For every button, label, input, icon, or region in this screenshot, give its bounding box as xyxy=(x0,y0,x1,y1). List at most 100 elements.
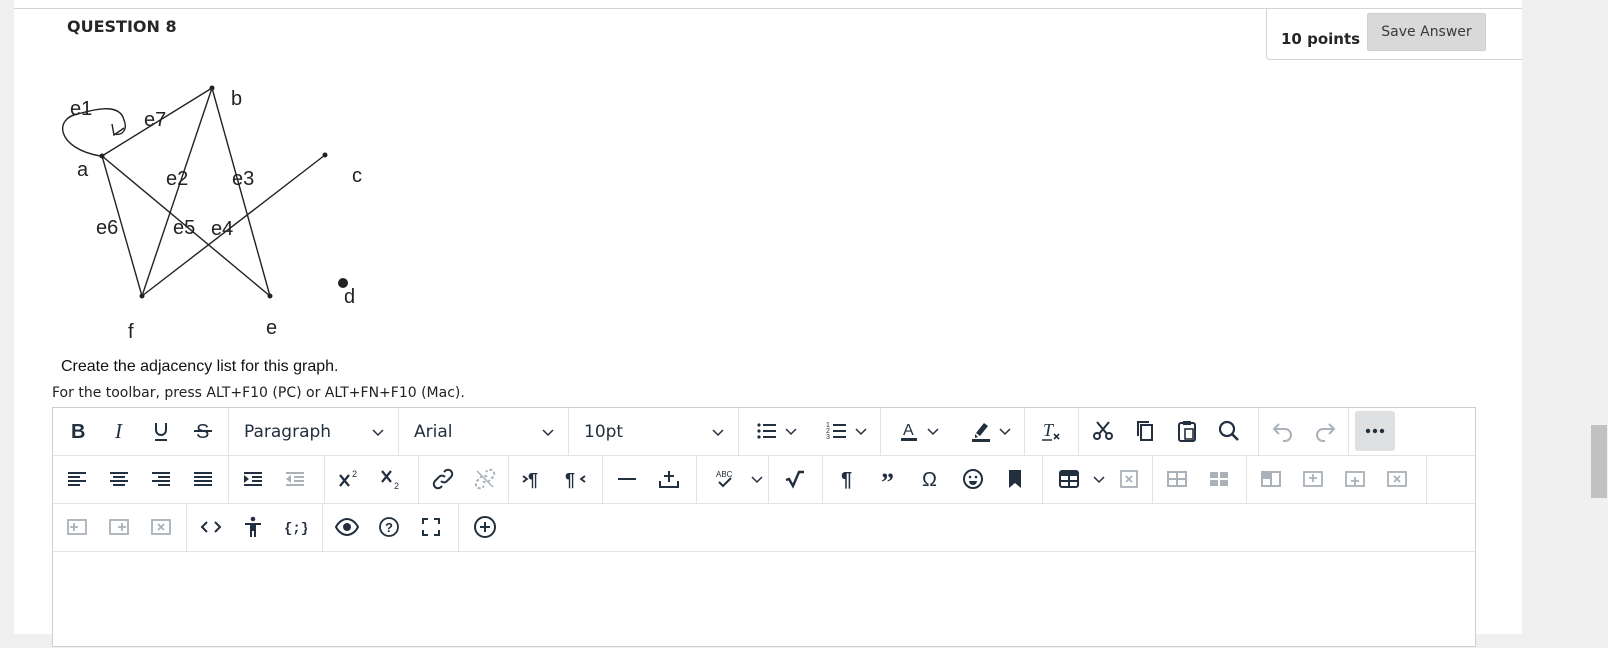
undo-button[interactable] xyxy=(1263,411,1303,451)
indent-icon xyxy=(244,472,262,486)
help-button[interactable]: ? xyxy=(369,507,409,547)
accessibility-button[interactable] xyxy=(233,507,273,547)
scrollbar-thumb[interactable] xyxy=(1591,425,1607,498)
ltr-button[interactable]: ¶ xyxy=(513,459,553,499)
unlink-icon xyxy=(474,468,496,490)
anchor-button[interactable] xyxy=(995,459,1035,499)
smiley-icon xyxy=(963,469,983,489)
paste-button[interactable] xyxy=(1167,411,1207,451)
svg-text:3: 3 xyxy=(826,434,830,441)
table-button[interactable] xyxy=(1049,459,1107,499)
delete-table-button[interactable] xyxy=(1109,459,1149,499)
eye-icon xyxy=(335,517,359,537)
align-right-button[interactable] xyxy=(141,459,181,499)
italic-icon: I xyxy=(114,419,123,443)
strikethrough-button[interactable]: S xyxy=(183,411,223,451)
vertex-f xyxy=(139,293,145,299)
font-size-select[interactable]: 10pt xyxy=(569,408,739,455)
toolbar-row-2: 2 2 ¶ ¶ ABC ¶ ” Ω xyxy=(53,456,1475,504)
insert-column-after-icon xyxy=(109,519,129,535)
numbered-list-button[interactable]: 123 xyxy=(817,411,869,451)
align-center-button[interactable] xyxy=(99,459,139,499)
chevron-down-icon xyxy=(927,428,939,436)
insert-link-button[interactable] xyxy=(423,459,463,499)
redo-button[interactable] xyxy=(1305,411,1345,451)
outdent-button[interactable] xyxy=(275,459,315,499)
svg-text:2: 2 xyxy=(394,481,399,491)
unlink-button[interactable] xyxy=(465,459,505,499)
omega-icon: Ω xyxy=(922,469,937,491)
more-options-button[interactable] xyxy=(1355,411,1395,451)
insert-row-after-icon xyxy=(1345,471,1365,487)
horizontal-line-button[interactable] xyxy=(607,459,647,499)
italic-button[interactable]: I xyxy=(99,411,139,451)
spellcheck-button[interactable]: ABC xyxy=(705,459,765,499)
vertex-label-d: d xyxy=(344,286,355,308)
blockquote-button[interactable]: ” xyxy=(869,459,909,499)
question-title: QUESTION 8 xyxy=(67,17,177,36)
superscript-button[interactable]: 2 xyxy=(329,459,369,499)
insert-row-after-button[interactable] xyxy=(1335,459,1375,499)
rtl-icon: ¶ xyxy=(565,470,586,490)
save-answer-button[interactable]: Save Answer xyxy=(1367,13,1486,51)
vertex-label-f: f xyxy=(128,321,134,343)
svg-text:¶: ¶ xyxy=(528,470,538,490)
rtl-button[interactable]: ¶ xyxy=(555,459,595,499)
question-prompt: Create the adjacency list for this graph… xyxy=(61,358,339,375)
strikethrough-icon: S xyxy=(194,421,212,443)
add-content-button[interactable] xyxy=(465,507,505,547)
svg-text:¶: ¶ xyxy=(841,469,852,491)
merge-cells-button[interactable] xyxy=(1157,459,1197,499)
preview-button[interactable] xyxy=(327,507,367,547)
table-cell-props-button[interactable] xyxy=(1251,459,1291,499)
svg-text:2: 2 xyxy=(352,469,357,479)
find-replace-button[interactable] xyxy=(1209,411,1249,451)
svg-text:T: T xyxy=(1043,420,1055,440)
delete-row-button[interactable] xyxy=(1377,459,1417,499)
copy-button[interactable] xyxy=(1125,411,1165,451)
highlight-color-button[interactable] xyxy=(961,411,1013,451)
align-left-button[interactable] xyxy=(57,459,97,499)
edge-label-e1: e1 xyxy=(70,98,92,120)
table-cell-group xyxy=(1153,456,1247,503)
font-size-value: 10pt xyxy=(584,421,624,442)
show-blocks-button[interactable]: ¶ xyxy=(827,459,867,499)
special-character-button[interactable]: Ω xyxy=(911,459,951,499)
source-code-button[interactable] xyxy=(191,507,231,547)
scrollbar-track[interactable] xyxy=(1590,0,1608,634)
page: QUESTION 8 10 points Save Answer a b c d… xyxy=(14,0,1522,647)
chevron-down-icon xyxy=(712,429,724,437)
font-family-select[interactable]: Arial xyxy=(399,408,569,455)
clear-formatting-button[interactable]: T xyxy=(1031,411,1071,451)
math-equation-button[interactable] xyxy=(775,459,815,499)
template-variables-button[interactable]: {;} xyxy=(275,507,315,547)
indent-button[interactable] xyxy=(233,459,273,499)
insert-column-after-button[interactable] xyxy=(99,507,139,547)
emoji-button[interactable] xyxy=(953,459,993,499)
link-group xyxy=(419,456,509,503)
undo-icon xyxy=(1272,423,1292,442)
math-group xyxy=(769,456,823,503)
toolbar-row-3: {;} ? xyxy=(53,504,1475,552)
subscript-button[interactable]: 2 xyxy=(371,459,411,499)
underline-button[interactable] xyxy=(141,411,181,451)
delete-column-button[interactable] xyxy=(141,507,181,547)
justify-button[interactable] xyxy=(183,459,223,499)
bold-button[interactable]: B xyxy=(57,411,97,451)
fullscreen-button[interactable] xyxy=(411,507,451,547)
block-format-select[interactable]: Paragraph xyxy=(229,408,399,455)
align-left-icon xyxy=(68,472,86,486)
chevron-down-icon xyxy=(1093,476,1105,484)
insert-row-before-button[interactable] xyxy=(1293,459,1333,499)
text-color-button[interactable]: A xyxy=(889,411,941,451)
delete-row-icon xyxy=(1387,471,1407,487)
search-icon xyxy=(1218,420,1239,441)
insert-column-before-button[interactable] xyxy=(57,507,97,547)
edge-label-e7: e7 xyxy=(144,109,166,131)
cut-button[interactable] xyxy=(1083,411,1123,451)
bullet-list-button[interactable] xyxy=(747,411,799,451)
indent-group xyxy=(229,456,325,503)
split-cells-button[interactable] xyxy=(1199,459,1239,499)
page-break-button[interactable] xyxy=(649,459,689,499)
spellcheck-group: ABC xyxy=(697,456,769,503)
